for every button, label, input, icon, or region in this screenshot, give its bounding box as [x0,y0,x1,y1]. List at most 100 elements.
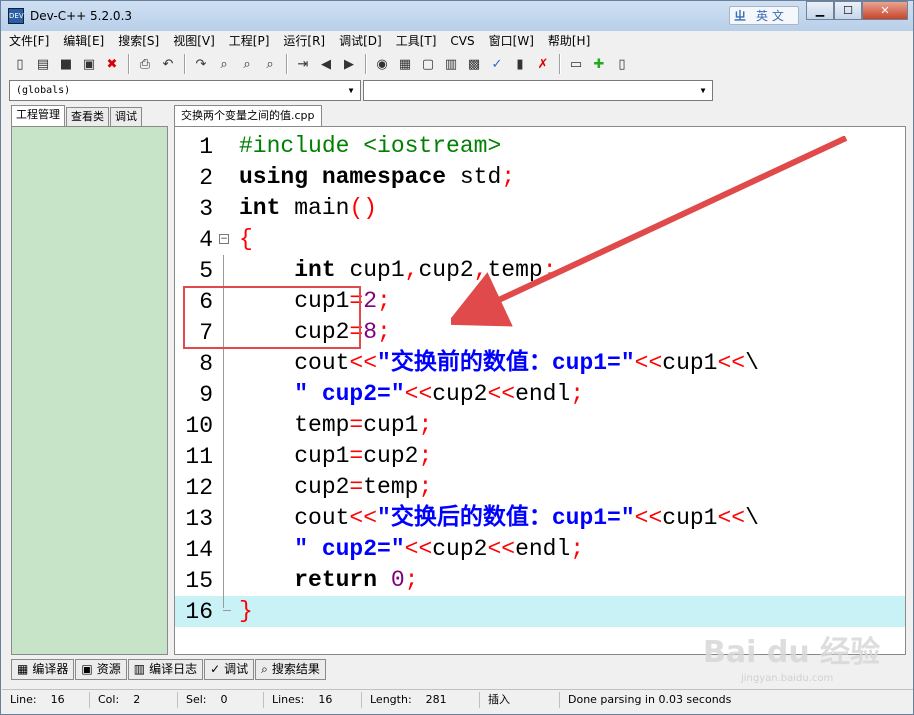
close-button[interactable]: ✕ [862,1,908,20]
code-line[interactable]: 6 cup1=2; [175,286,905,317]
save-all-button[interactable]: ▣ [78,53,100,75]
tab-label: 编译日志 [149,662,198,676]
redo-icon: ↷ [195,56,207,72]
line-number: 2 [199,164,213,191]
maximize-button[interactable]: ☐ [834,1,862,20]
compile-button[interactable]: ▦ [394,53,416,75]
tab-bottom-4[interactable]: ⌕ 搜索结果 [255,659,326,680]
code-line[interactable]: 1 #include <iostream> [175,131,905,162]
toggle-bookmark-icon: ◉ [376,56,388,72]
menu-item-5[interactable]: 运行[R] [276,32,332,50]
minimize-icon: ▁ [815,4,825,17]
app-icon: DEV [8,8,24,24]
print-button[interactable]: ⎙ [134,53,156,75]
line-number: 15 [185,567,213,594]
rebuild-button[interactable]: ▩ [463,53,485,75]
tab-left-2[interactable]: 调试 [110,107,142,126]
replace-button[interactable]: ⌕ [236,53,258,75]
menu-item-10[interactable]: 帮助[H] [541,32,597,50]
save-button[interactable]: ■ [55,53,77,75]
code-text: temp=cup1; [239,412,433,438]
tab-bottom-0[interactable]: ▦ 编译器 [11,659,75,680]
line-number: 6 [199,288,213,315]
code-text: cup1=2; [239,288,391,314]
undo-button[interactable]: ↶ [157,53,179,75]
tab-label: 编译器 [32,662,69,676]
code-editor[interactable]: 1 #include <iostream> 2 using namespace std… [174,126,906,655]
code-line[interactable]: 9 " cup2="<<cup2<<endl; [175,379,905,410]
code-line[interactable]: 10 temp=cup1; [175,410,905,441]
close-file-icon: ✖ [106,56,118,72]
menu-bar: 文件[F] 编辑[E] 搜索[S] 视图[V] 工程[P] 运行[R] 调试[D] 工具[T]… [2,32,913,50]
save-icon: ■ [59,56,73,72]
fold-collapse-icon[interactable]: − [219,234,229,244]
tab-bottom-1[interactable]: ▣ 资源 [75,659,127,680]
code-line[interactable]: 15 return 0; [175,565,905,596]
compile-run-button[interactable]: ▥ [440,53,462,75]
code-line[interactable]: 5 int cup1,cup2,temp; [175,255,905,286]
function-select[interactable]: ▼ [363,80,713,101]
tab-left-0[interactable]: 工程管理 [11,105,65,126]
tab-label: 资源 [96,662,121,676]
debug-icon: ✓ [210,662,221,676]
menu-item-9[interactable]: 窗口[W] [482,32,541,50]
line-number: 13 [185,505,213,532]
tab-left-1[interactable]: 查看类 [66,107,109,126]
stop-button[interactable]: ✗ [532,53,554,75]
menu-item-8[interactable]: CVS [443,32,481,50]
ime-indicator[interactable]: ㄓ 英 文 [729,6,799,25]
code-line[interactable]: 13 cout<<"交换后的数值：cup1="<<cup1<<\ [175,503,905,534]
code-line[interactable]: 2 using namespace std; [175,162,905,193]
tab-file[interactable]: 交换两个变量之间的值.cpp [174,105,322,126]
menu-item-2[interactable]: 搜索[S] [111,32,166,50]
check-syntax-button[interactable]: ✓ [486,53,508,75]
close-file-button[interactable]: ✖ [101,53,123,75]
goto-line-button[interactable]: ⇥ [292,53,314,75]
code-line[interactable]: 8 cout<<"交换前的数值：cup1="<<cup1<<\ [175,348,905,379]
line-number: 12 [185,474,213,501]
chart-button[interactable]: ▮ [509,53,531,75]
check-syntax-icon: ✓ [491,56,503,72]
tab-bottom-3[interactable]: ✓ 调试 [204,659,255,680]
goto-line-icon: ⇥ [297,56,309,72]
code-text: cout<<"交换后的数值：cup1="<<cup1<<\ [239,505,759,531]
open-button[interactable]: ▤ [32,53,54,75]
ime-logo-icon: ㄓ [734,8,747,23]
maximize-icon: ☐ [843,4,853,17]
replace-icon: ⌕ [243,56,251,72]
menu-item-1[interactable]: 编辑[E] [56,32,111,50]
code-line[interactable]: 7 cup2=8; [175,317,905,348]
project-panel[interactable] [11,126,168,655]
add-file-button[interactable]: ✚ [588,53,610,75]
menu-item-0[interactable]: 文件[F] [2,32,56,50]
find-button[interactable]: ⌕ [213,53,235,75]
new-project-button[interactable]: ▭ [565,53,587,75]
code-line[interactable]: 3 int main() [175,193,905,224]
code-line[interactable]: 11 cup1=cup2; [175,441,905,472]
menu-item-6[interactable]: 调试[D] [332,32,389,50]
find-next-button[interactable]: ⌕ [259,53,281,75]
forward-button[interactable]: ▶ [338,53,360,75]
menu-item-3[interactable]: 视图[V] [166,32,222,50]
toolbar-separator [365,54,367,74]
code-line[interactable]: 14 " cup2="<<cup2<<endl; [175,534,905,565]
line-number: 11 [185,443,213,470]
redo-button[interactable]: ↷ [190,53,212,75]
project-options-button[interactable]: ▯ [611,53,633,75]
chart-icon: ▮ [516,56,524,72]
stop-icon: ✗ [537,56,549,72]
run-button[interactable]: ▢ [417,53,439,75]
back-button[interactable]: ◀ [315,53,337,75]
watermark-sub: jingyan.baidu.com [741,673,834,684]
code-line[interactable]: 16} [175,596,905,627]
tab-bottom-2[interactable]: ▥ 编译日志 [127,659,204,680]
minimize-button[interactable]: ▁ [806,1,834,20]
menu-item-4[interactable]: 工程[P] [222,32,277,50]
menu-item-7[interactable]: 工具[T] [389,32,444,50]
code-line[interactable]: 4{ [175,224,905,255]
scope-select[interactable]: (globals) ▼ [9,80,361,101]
new-file-button[interactable]: ▯ [9,53,31,75]
status-message: Done parsing in 0.03 seconds [568,692,732,706]
toggle-bookmark-button[interactable]: ◉ [371,53,393,75]
code-line[interactable]: 12 cup2=temp; [175,472,905,503]
